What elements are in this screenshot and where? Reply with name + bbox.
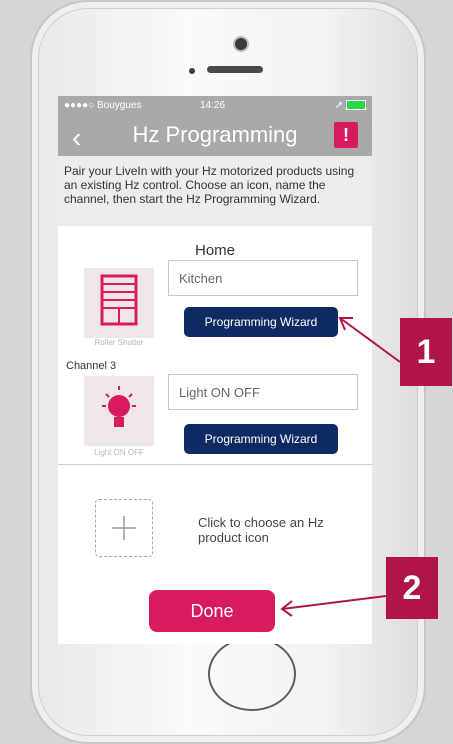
channel-card: Channel 3 Light ON OFF Light ON OFF Prog… <box>58 350 372 465</box>
channel-name-field[interactable]: Light ON OFF <box>168 374 358 410</box>
programming-wizard-button[interactable]: Programming Wizard <box>184 424 338 454</box>
callout-badge-2: 2 <box>386 557 438 619</box>
light-bulb-icon[interactable] <box>84 376 154 446</box>
roller-shutter-icon[interactable] <box>84 268 154 338</box>
nav-bar: ‹ Hz Programming ! <box>58 116 372 156</box>
plus-icon <box>112 516 136 540</box>
programming-wizard-button[interactable]: Programming Wizard <box>184 307 338 337</box>
carrier: ●●●●○ Bouygues <box>64 100 142 111</box>
page-title: Hz Programming <box>132 122 298 147</box>
add-product-icon-slot[interactable] <box>95 499 153 557</box>
front-camera <box>235 38 247 50</box>
earpiece-speaker <box>207 66 263 73</box>
app-screen: ●●●●○ Bouygues 14:26 ➚ ‹ Hz Programming … <box>58 96 372 644</box>
intro-text: Pair your LiveIn with your Hz motorized … <box>64 164 355 206</box>
intro-panel: Pair your LiveIn with your Hz motorized … <box>58 156 372 226</box>
home-button[interactable] <box>208 637 296 711</box>
location-icon: ➚ <box>334 100 344 111</box>
status-right: ➚ <box>335 100 366 111</box>
add-product-text[interactable]: Click to choose an Hz product icon <box>198 515 368 545</box>
channel-card: Roller Shutter Kitchen Programming Wizar… <box>58 260 372 351</box>
alert-button[interactable]: ! <box>334 122 358 148</box>
status-bar: ●●●●○ Bouygues 14:26 ➚ <box>58 96 372 116</box>
sensor-dot <box>189 68 195 74</box>
callout-badge-1: 1 <box>400 318 452 386</box>
icon-caption: Light ON OFF <box>94 448 144 457</box>
done-button[interactable]: Done <box>149 590 275 632</box>
clock: 14:26 <box>200 100 226 111</box>
icon-caption: Roller Shutter <box>94 338 144 347</box>
battery-icon <box>346 100 366 111</box>
section-title: Home <box>194 242 235 259</box>
channel-label: Channel 3 <box>66 360 117 372</box>
channel-name-field[interactable]: Kitchen <box>168 260 358 296</box>
